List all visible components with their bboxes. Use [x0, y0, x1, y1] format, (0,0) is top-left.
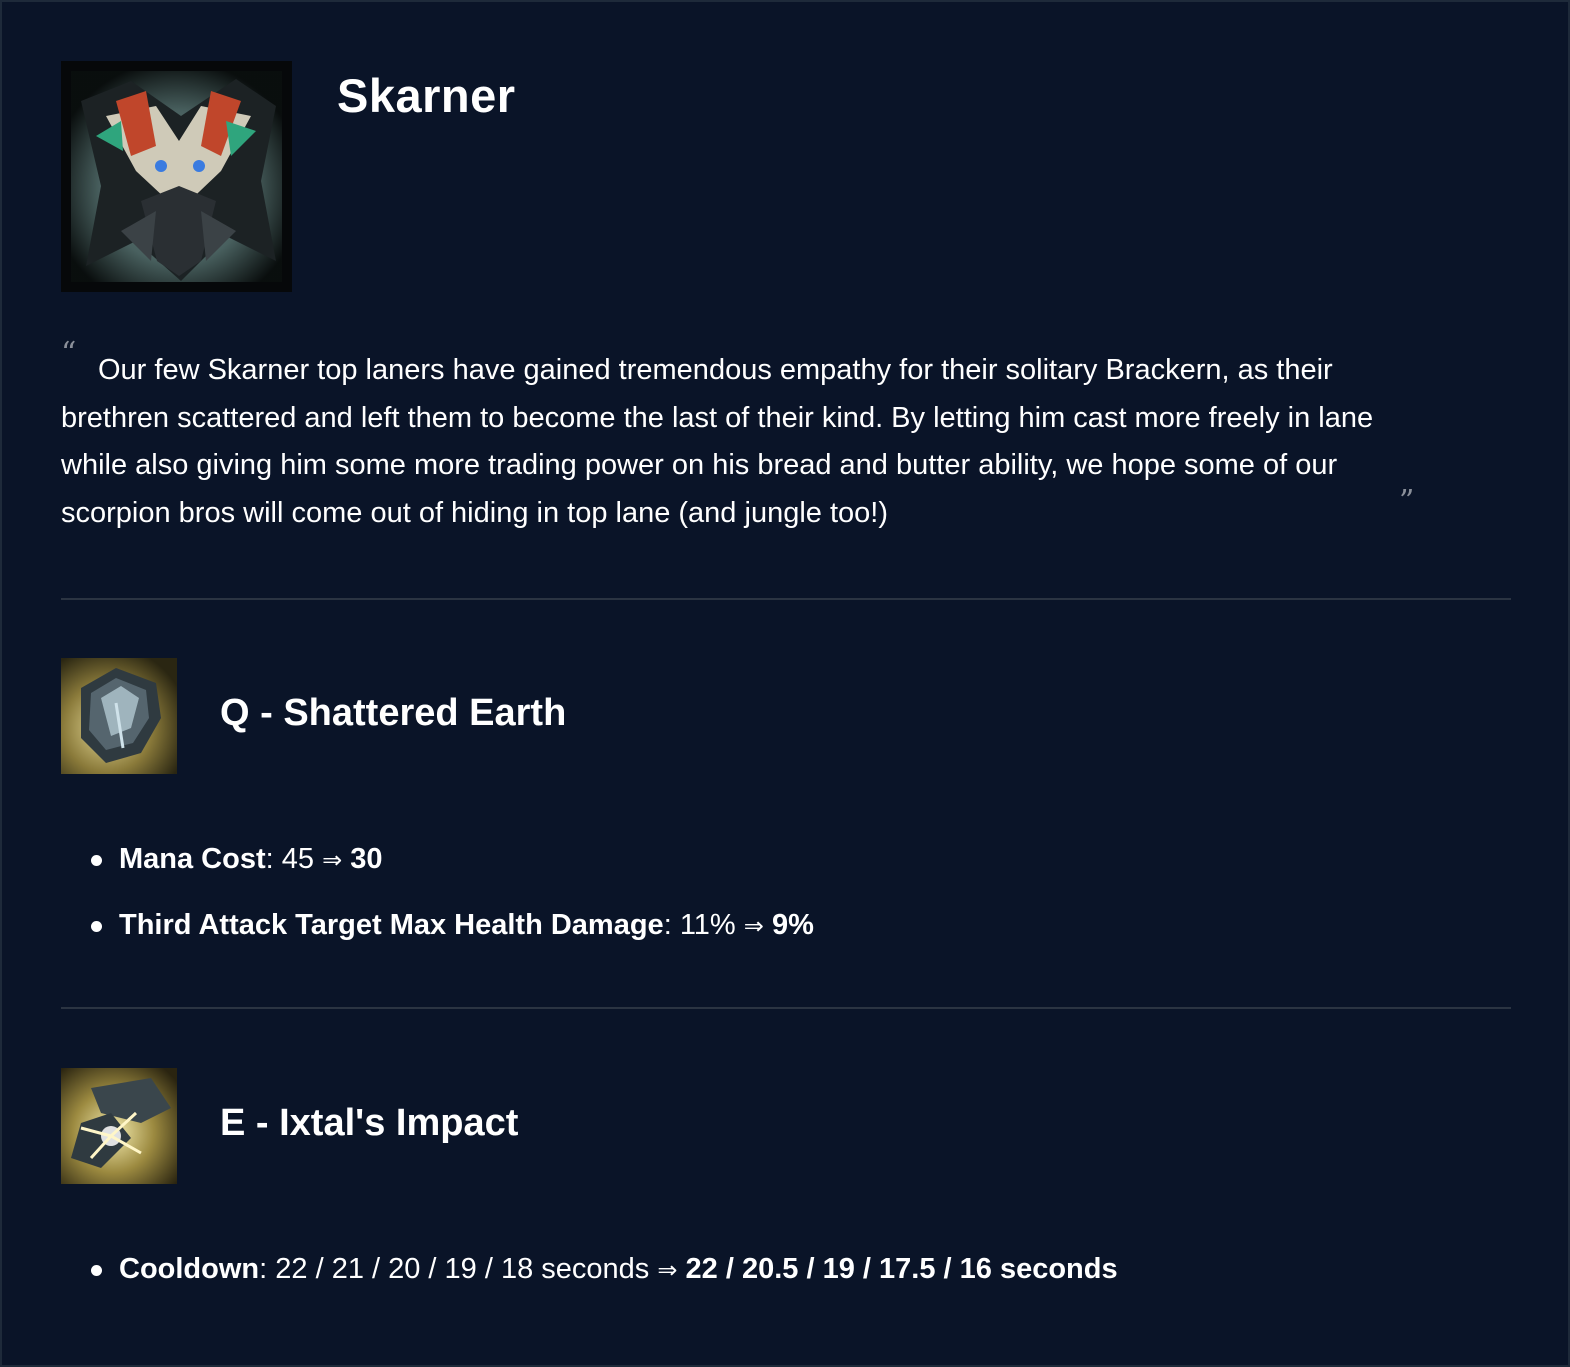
change-old-value: 22 / 21 / 20 / 19 / 18 seconds	[275, 1253, 650, 1285]
change-new-value: 22 / 20.5 / 19 / 17.5 / 16 seconds	[685, 1253, 1118, 1285]
change-arrow: ⇒	[657, 1256, 678, 1284]
champion-name: Skarner	[337, 69, 516, 122]
change-attribute: Third Attack Target Max Health Damage	[119, 909, 664, 941]
divider	[61, 1007, 1511, 1009]
ixtals-impact-icon	[61, 1068, 177, 1184]
skarner-portrait-image	[61, 61, 292, 292]
change-item: Cooldown: 22 / 21 / 20 / 19 / 18 seconds…	[88, 1249, 1118, 1315]
bullet	[91, 921, 102, 932]
change-item: Third Attack Target Max Health Damage: 1…	[88, 905, 814, 971]
ability-e-changes: Cooldown: 22 / 21 / 20 / 19 / 18 seconds…	[88, 1249, 1118, 1315]
change-old-value: 45	[281, 843, 315, 875]
change-item: Mana Cost: 45 ⇒ 30	[88, 839, 814, 905]
champion-quote: “ Our few Skarner top laners have gained…	[61, 339, 1414, 537]
change-arrow: ⇒	[743, 912, 764, 940]
change-separator: :	[259, 1253, 276, 1285]
bullet	[91, 1265, 102, 1276]
ability-q-changes: Mana Cost: 45 ⇒ 30 Third Attack Target M…	[88, 839, 814, 971]
change-new-value: 30	[350, 843, 383, 875]
change-separator: :	[265, 843, 282, 875]
ability-title-e: E - Ixtal's Impact	[220, 1102, 519, 1144]
change-arrow: ⇒	[322, 846, 343, 874]
shattered-earth-icon	[61, 658, 177, 774]
change-attribute: Cooldown	[119, 1253, 260, 1285]
change-attribute: Mana Cost	[119, 843, 266, 875]
ability-title-q: Q - Shattered Earth	[220, 692, 567, 734]
change-old-value: 11%	[679, 909, 736, 941]
quote-text: Our few Skarner top laners have gained t…	[61, 354, 1374, 529]
champion-portrait	[61, 61, 292, 292]
divider	[61, 598, 1511, 600]
change-new-value: 9%	[771, 909, 814, 941]
bullet	[91, 855, 102, 866]
quote-open-mark: “	[61, 336, 77, 371]
quote-close-mark: ”	[1399, 484, 1415, 519]
change-separator: :	[663, 909, 680, 941]
